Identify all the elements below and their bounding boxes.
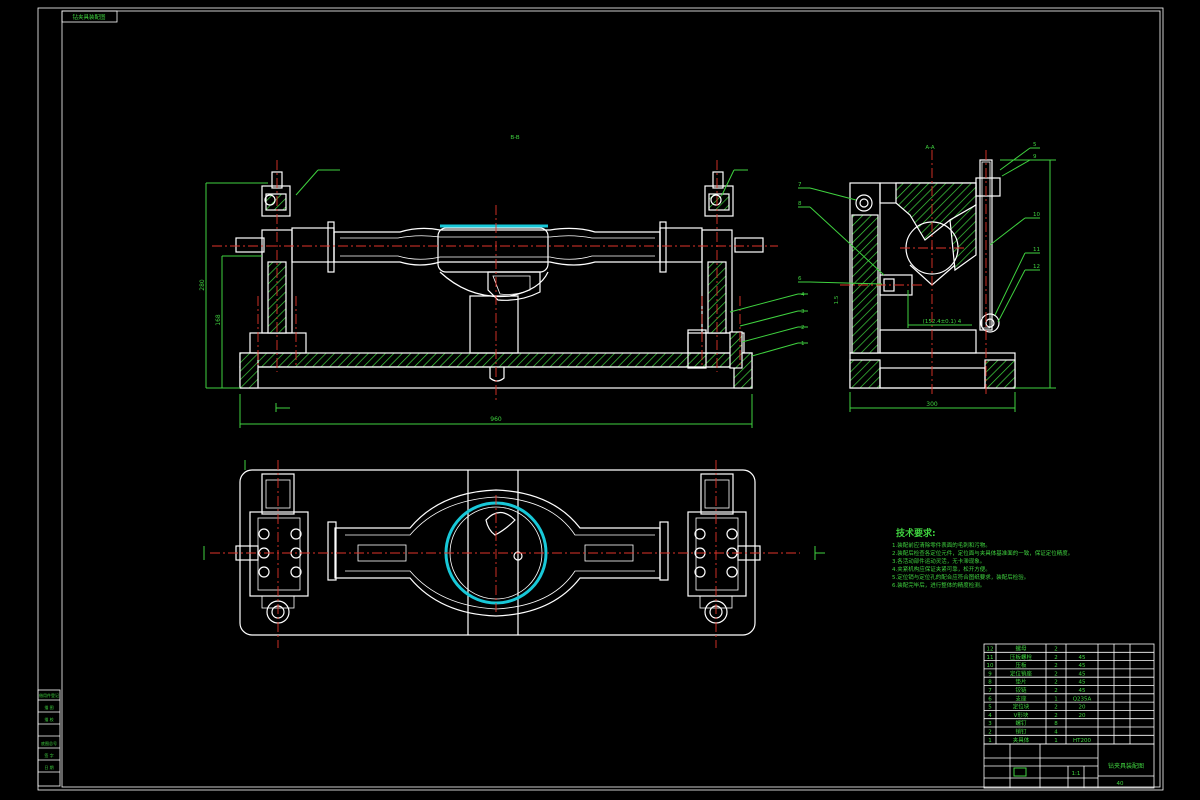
callout-8: 8 [798, 201, 802, 207]
title-block-name: 钻夹具装配图 [1108, 762, 1144, 770]
cad-drawing-canvas[interactable]: 钻夹具装配图 借用件登记 描 图 描 校 底图总号 签 字 日 期 B-B 96… [0, 0, 1200, 800]
parts-cell-qty: 2 [1054, 713, 1058, 719]
parts-cell-qty: 2 [1054, 663, 1058, 669]
tech-requirements-heading: 技术要求: [896, 527, 936, 539]
parts-cell-qty: 2 [1054, 688, 1058, 694]
parts-cell-qty: 1 [1054, 738, 1058, 744]
fixture-body-top [239, 469, 756, 636]
parts-cell-no: 8 [988, 680, 992, 686]
svg-text:1.5: 1.5 [834, 295, 840, 304]
left-strip-label: 日 期 [44, 764, 53, 770]
parts-cell-qty: 2 [1054, 655, 1058, 661]
left-strip-label: 描 校 [44, 716, 53, 722]
parts-cell-no: 12 [987, 647, 994, 653]
left-strip-label: 底图总号 [41, 740, 57, 746]
callout-7: 7 [798, 182, 802, 188]
parts-cell-name: 螺母 [1015, 645, 1027, 653]
callout-4: 4 [801, 292, 805, 298]
center-support [469, 295, 519, 354]
svg-text:(152.4±0.1) 4: (152.4±0.1) 4 [923, 319, 962, 325]
title-block-scale: 1:1 [1072, 771, 1081, 777]
title-block: 钻夹具装配图 1:1 40 [983, 743, 1155, 789]
parts-cell-mat: 20 [1079, 705, 1086, 711]
top-view[interactable] [203, 460, 825, 648]
parts-cell-mat: 45 [1079, 655, 1086, 661]
callout-3: 3 [801, 309, 805, 315]
callout-11: 11 [1033, 247, 1040, 253]
parts-cell-qty: 1 [1054, 696, 1058, 702]
callout-9: 9 [1033, 154, 1037, 160]
parts-cell-no: 7 [988, 688, 992, 694]
callout-10: 10 [1033, 212, 1040, 218]
callout-2: 2 [801, 325, 805, 331]
parts-cell-mat: 45 [1079, 671, 1086, 677]
parts-cell-qty: 4 [1054, 730, 1058, 736]
parts-cell-name: 铰链 [1015, 686, 1027, 694]
left-strip-label: 描 图 [44, 704, 53, 710]
svg-text:168: 168 [215, 314, 222, 326]
parts-cell-name: 压板 [1015, 661, 1027, 669]
parts-cell-no: 11 [987, 655, 994, 661]
parts-cell-no: 6 [988, 696, 992, 702]
drawing-sheet: 钻夹具装配图 借用件登记 描 图 描 校 底图总号 签 字 日 期 B-B 96… [37, 7, 1164, 791]
tech-line: 6.装配完毕后，进行整体的精度检测。 [892, 581, 985, 589]
parts-list-table: 12 螺母 211 压板螺栓 2 4510 压板 2 459 定位销座 2 458 垫片 2 457 铰链 2 4… [983, 643, 1155, 745]
parts-cell-mat: HT200 [1073, 738, 1091, 744]
parts-cell-mat: 20 [1079, 713, 1086, 719]
parts-cell-name: 定位块 [1013, 703, 1030, 711]
svg-text:960: 960 [490, 416, 502, 423]
axle-housing-front [235, 221, 764, 301]
parts-cell-name: 夹具体 [1013, 736, 1030, 744]
left-strip-label: 借用件登记 [39, 692, 59, 698]
front-view[interactable]: B-B 960 280 168 4 3 2 1 [199, 135, 808, 428]
parts-cell-no: 5 [988, 705, 992, 711]
corner-label: 钻夹具装配图 [72, 13, 106, 21]
parts-cell-mat: 45 [1079, 680, 1086, 686]
parts-cell-no: 3 [988, 721, 992, 727]
svg-text:280: 280 [199, 279, 206, 291]
parts-cell-qty: 2 [1054, 680, 1058, 686]
left-strip-label: 签 字 [44, 752, 53, 758]
parts-cell-mat: 45 [1079, 663, 1086, 669]
parts-cell-qty: 8 [1054, 721, 1058, 727]
parts-cell-name: 螺钉 [1015, 719, 1027, 727]
tech-line: 2.装配后检查各定位元件，定位面与夹具体基准面的一致，保证定位精度。 [892, 549, 1073, 557]
side-view-label: A-A [925, 145, 935, 151]
parts-cell-no: 2 [988, 730, 992, 736]
callout-5: 5 [1033, 142, 1037, 148]
callout-1: 1 [801, 341, 805, 347]
parts-cell-name: 支座 [1015, 694, 1027, 702]
left-strip: 借用件登记 描 图 描 校 底图总号 签 字 日 期 [37, 689, 61, 787]
parts-cell-qty: 2 [1054, 647, 1058, 653]
tech-line: 1.装配前应清除零件表面的毛刺和污物。 [892, 541, 991, 549]
parts-cell-no: 9 [988, 671, 992, 677]
parts-cell-mat: 45 [1079, 688, 1086, 694]
sheet-border [37, 7, 1164, 791]
parts-cell-mat: Q235A [1073, 696, 1092, 702]
tech-line: 3.各活动部件运动灵活，无卡滞现象。 [892, 557, 985, 565]
tech-line: 5.定位销与定位孔的配合应符合图纸要求，装配后检验。 [892, 573, 1029, 581]
tech-requirements: 技术要求: 1.装配前应清除零件表面的毛刺和污物。 2.装配后检查各定位元件，定… [892, 527, 1073, 589]
parts-cell-name: 定位销座 [1010, 669, 1033, 677]
parts-cell-no: 4 [988, 713, 992, 719]
callout-6: 6 [798, 276, 802, 282]
side-view[interactable]: A-A 300 (152.4±0.1) 4 1.5 7 8 6 5 9 10 1… [798, 142, 1056, 412]
svg-text:300: 300 [926, 401, 938, 408]
tech-line: 4.夹紧机构应保证夹紧可靠，松开方便。 [892, 565, 991, 573]
parts-cell-qty: 2 [1054, 671, 1058, 677]
callout-12: 12 [1033, 264, 1040, 270]
parts-cell-name: 压板螺栓 [1010, 653, 1033, 661]
front-view-label: B-B [510, 135, 520, 141]
parts-cell-no: 10 [987, 663, 994, 669]
title-block-sheet: 40 [1117, 781, 1124, 787]
parts-cell-name: 销钉 [1015, 728, 1027, 736]
parts-cell-qty: 2 [1054, 705, 1058, 711]
corner-label-box: 钻夹具装配图 [61, 10, 118, 23]
parts-cell-no: 1 [988, 738, 992, 744]
parts-cell-name: 垫片 [1015, 678, 1026, 686]
parts-cell-name: V形块 [1014, 711, 1029, 719]
